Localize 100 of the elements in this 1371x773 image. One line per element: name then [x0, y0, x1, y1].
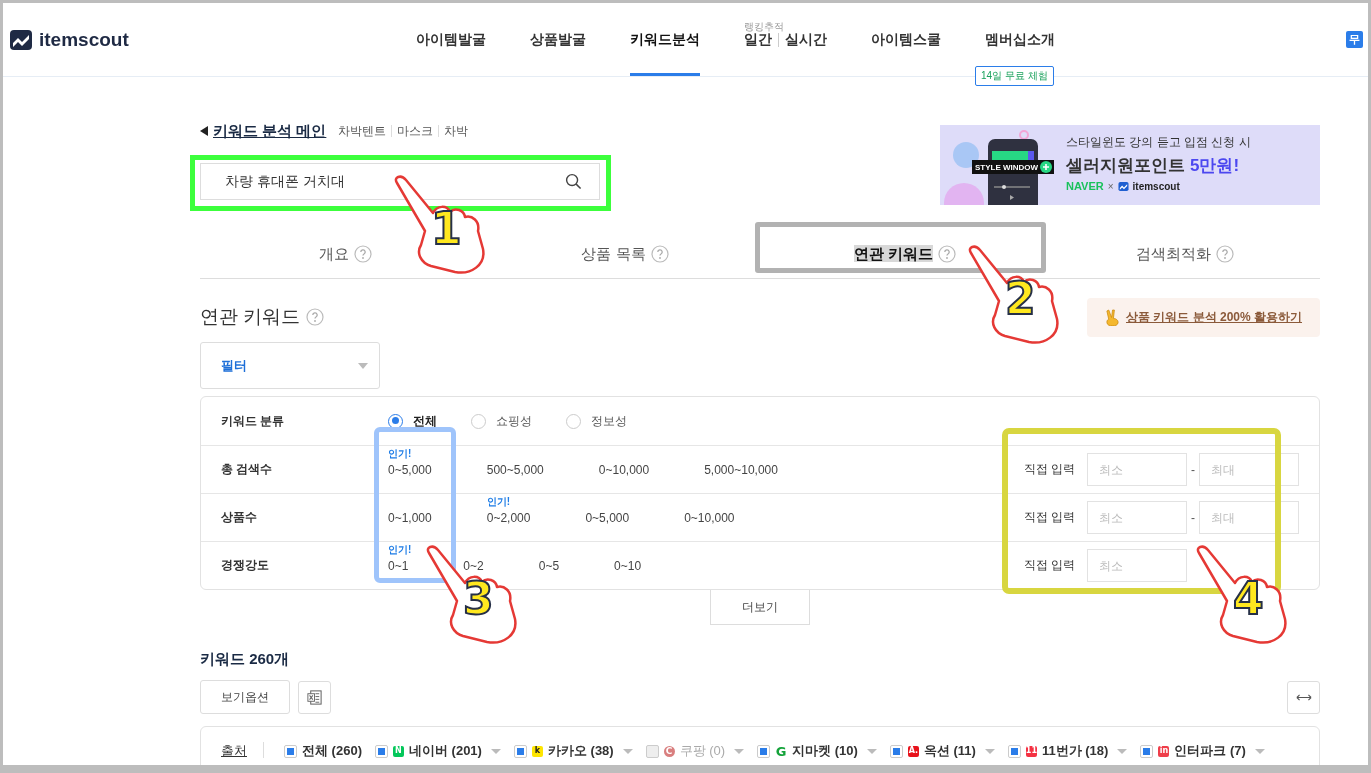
guide-link[interactable]: 상품 키워드 분석 200% 활용하기 — [1126, 308, 1302, 326]
filter-label: 총 검색수 — [221, 461, 274, 478]
source-logo: 11 — [1025, 745, 1037, 757]
more-button[interactable]: 더보기 — [710, 590, 810, 625]
related-keyword[interactable]: 차박 — [444, 122, 469, 140]
partner-logo: itemscout — [1132, 180, 1180, 192]
checkbox[interactable] — [374, 744, 388, 758]
popular-tag: 인기! — [388, 446, 412, 461]
max-field[interactable]: 최대 — [1199, 501, 1299, 534]
related-keyword[interactable]: 차박텐트 — [338, 122, 387, 140]
trial-badge: 14일 무료 체험 — [975, 66, 1054, 86]
checkbox[interactable] — [513, 744, 527, 758]
range-option[interactable]: 0~10 — [614, 558, 642, 573]
tag-label: STYLE WINDOW — [975, 162, 1039, 172]
nav-link[interactable]: 상품발굴 — [530, 30, 586, 49]
nav-link[interactable]: 아이템발굴 — [416, 30, 486, 49]
view-options-button[interactable]: 보기옵션 — [200, 680, 290, 714]
range-option[interactable]: 0~5 — [538, 558, 560, 573]
range-option[interactable]: 0~2 — [463, 558, 484, 573]
popular-tag: 인기! — [388, 542, 412, 557]
nav-link[interactable]: 일간 — [744, 30, 772, 49]
range-option[interactable]: 0~1 — [388, 558, 409, 573]
source-name[interactable]: 전체 (260) — [302, 742, 362, 760]
tab[interactable]: 연관 키워드 — [853, 244, 934, 264]
victory-hand-icon — [1105, 308, 1120, 326]
source-label[interactable]: 출처 — [221, 742, 247, 760]
min-field[interactable]: 최소 — [1087, 501, 1187, 534]
checkbox[interactable] — [757, 744, 771, 758]
banner-subtitle: 스타일윈도 강의 듣고 입점 신청 시 — [1066, 134, 1251, 151]
expand-button[interactable] — [1287, 680, 1320, 714]
checkbox[interactable] — [284, 744, 297, 758]
checkbox[interactable] — [889, 744, 903, 758]
logo-icon — [1117, 180, 1129, 192]
radio-option[interactable]: 전체 — [388, 412, 437, 430]
radio-option[interactable]: 쇼핑성 — [471, 412, 532, 430]
source-name[interactable]: 네이버 (201) — [408, 742, 482, 760]
source-name[interactable]: 11번가 (18) — [1041, 742, 1109, 760]
related-keyword[interactable]: 마스크 — [397, 122, 434, 140]
range-option[interactable]: 0~10,000 — [684, 510, 735, 525]
filter-label: 경쟁강도 — [221, 557, 270, 574]
range-option[interactable]: 500~5,000 — [486, 462, 544, 477]
section-title: 연관 키워드 — [200, 305, 301, 329]
range-option[interactable]: 0~2,000 — [486, 510, 531, 525]
guide-banner[interactable]: 상품 키워드 분석 200% 활용하기 — [1087, 297, 1320, 337]
tab[interactable]: 상품 목록 — [581, 244, 646, 264]
filter-label: 키워드 분류 — [221, 412, 286, 430]
back-link[interactable]: 키워드 분석 메인 — [213, 121, 327, 141]
range-option[interactable]: 0~5,000 — [585, 510, 630, 525]
keyword-count-title: 키워드 260개 — [200, 650, 291, 669]
help-icon — [938, 245, 957, 263]
caret-icon[interactable] — [984, 748, 995, 754]
min-field[interactable]: 최소 — [1087, 453, 1187, 486]
popular-tag: 인기! — [486, 494, 511, 509]
tab[interactable]: 개요 — [318, 244, 349, 264]
ad-banner[interactable]: STYLE WINDOW 스타일윈도 강의 듣고 입점 신청 시 셀러지원포인트 5만원! NAVER × itemscout — [940, 125, 1320, 205]
min-field[interactable]: 최소 — [1087, 549, 1187, 582]
help-icon — [353, 245, 372, 263]
source-name[interactable]: 옥션 (11) — [923, 742, 976, 760]
range-option[interactable]: 0~1,000 — [388, 510, 432, 525]
source-logo: G — [775, 745, 788, 757]
checkbox[interactable] — [1007, 744, 1021, 758]
step-number: 3 — [463, 577, 494, 621]
plus-icon — [1040, 161, 1053, 173]
custom-input-label: 직접 입력 — [1023, 509, 1075, 526]
search-field[interactable]: 차량 휴대폰 거치대 — [200, 163, 600, 200]
spreadsheet-icon — [306, 688, 323, 706]
caret-icon[interactable] — [866, 748, 877, 754]
filter-label: 상품수 — [221, 509, 258, 526]
source-logo: A. — [907, 745, 919, 757]
user-avatar[interactable]: 무 — [1346, 31, 1363, 48]
nav-link[interactable]: 실시간 — [785, 30, 827, 49]
range-dash: - — [1190, 510, 1196, 525]
caret-icon[interactable] — [490, 748, 501, 754]
nav-link[interactable]: 아이템스쿨 — [871, 30, 941, 49]
source-name[interactable]: 카카오 (38) — [547, 742, 614, 760]
custom-input-label: 직접 입력 — [1023, 557, 1075, 574]
filter-dropdown[interactable]: 필터 — [200, 342, 380, 389]
times-sign: × — [1107, 180, 1114, 192]
caret-icon — [358, 362, 368, 369]
banner-amount: 5만원! — [1190, 155, 1240, 177]
checkbox[interactable] — [1140, 744, 1154, 758]
tab[interactable]: 검색최적화 — [1136, 244, 1211, 264]
nav-link[interactable]: 멤버십소개 — [985, 30, 1055, 49]
caret-icon[interactable] — [1117, 748, 1128, 754]
radio-option[interactable]: 정보성 — [566, 412, 627, 430]
help-icon — [650, 245, 669, 263]
range-option[interactable]: 0~5,000 — [388, 462, 432, 477]
range-option[interactable]: 0~10,000 — [598, 462, 650, 477]
caret-icon[interactable] — [1254, 748, 1265, 754]
back-icon — [200, 126, 208, 136]
source-name[interactable]: 지마켓 (10) — [792, 742, 858, 760]
source-name[interactable]: 인터파크 (7) — [1174, 742, 1246, 760]
max-field[interactable]: 최대 — [1199, 453, 1299, 486]
help-icon — [1216, 245, 1234, 263]
logo-wordmark[interactable]: itemscout — [39, 28, 129, 51]
excel-button[interactable] — [298, 680, 331, 714]
double-arrow-icon — [1295, 692, 1312, 702]
range-option[interactable]: 5,000~10,000 — [704, 462, 778, 477]
caret-icon[interactable] — [622, 748, 633, 754]
nav-link[interactable]: 키워드분석 — [630, 30, 700, 49]
